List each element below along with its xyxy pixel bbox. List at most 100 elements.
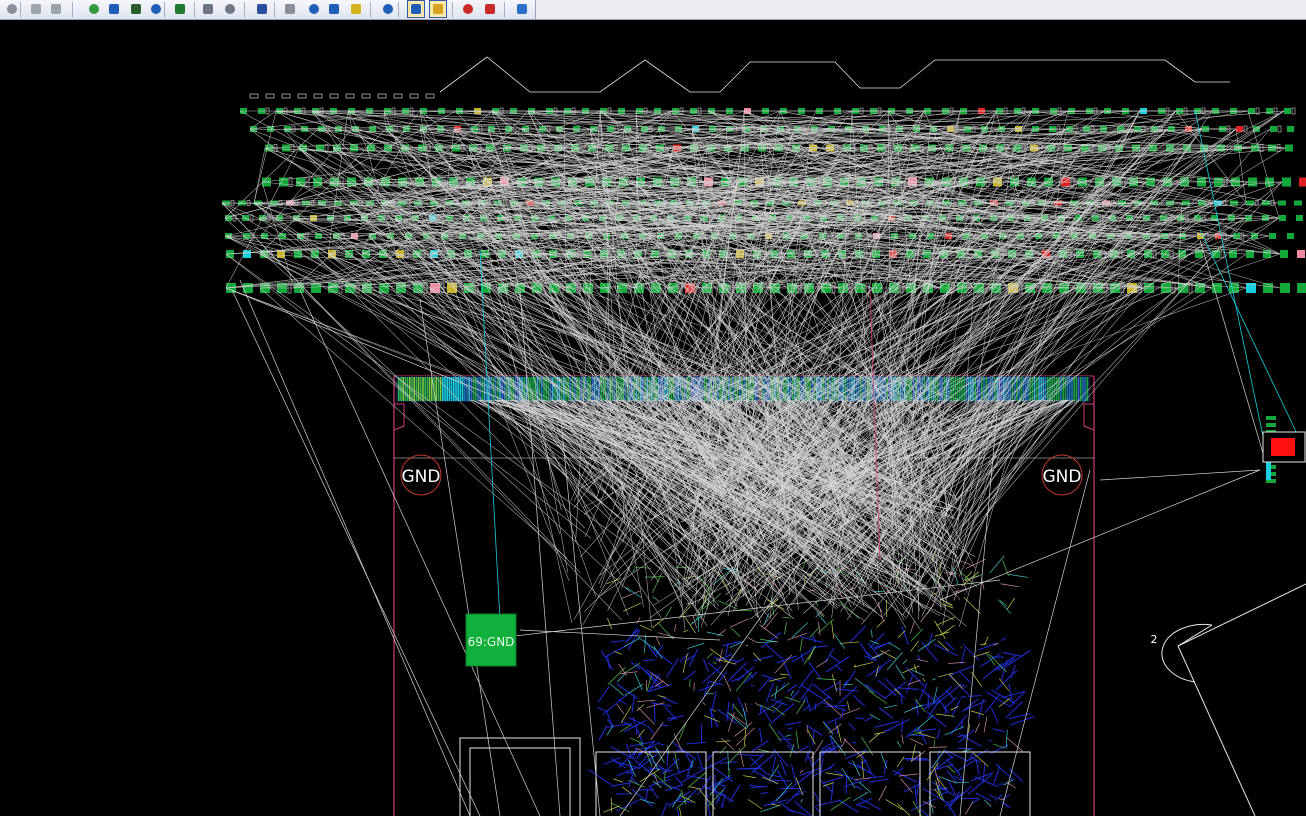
connector-pin [413,377,415,401]
ratsnest-line [519,629,721,641]
trace [847,701,850,711]
connector-pin [1073,377,1075,401]
connector-pin [591,377,594,401]
connector-pin [1084,377,1086,401]
trace [944,726,965,736]
pad-outline [329,93,339,99]
trace [812,730,815,746]
trace [644,634,647,653]
connector-pin [435,377,437,401]
trace [982,653,986,656]
trace [833,770,859,782]
trace [761,674,782,682]
trace [816,659,829,668]
trace [839,641,860,644]
pad-outline [297,93,307,99]
trace [621,786,633,795]
trace [786,632,807,641]
trace [719,784,726,787]
trace [774,654,793,674]
trace [906,726,918,739]
trace [790,764,797,784]
trace [845,776,848,795]
trace [620,706,632,724]
trace [784,622,787,635]
trace [936,728,941,739]
trace [885,799,904,811]
connector-pin [464,377,466,401]
trace [799,638,803,652]
trace [716,740,730,743]
trace [817,621,821,636]
trace [927,633,933,648]
trace [959,560,973,566]
trace [1002,652,1021,657]
trace [945,641,955,650]
trace [628,779,645,788]
selected-part-red-pad[interactable] [1271,438,1295,456]
trace [734,722,753,737]
trace [901,734,904,744]
trace [931,749,945,769]
ratsnest-line [225,147,300,289]
connector-pin [466,377,468,401]
trace [947,804,957,816]
connector-pin [404,377,407,401]
trace [877,601,884,622]
pad-outline [281,93,291,99]
trace [659,743,665,746]
trace [989,794,996,799]
trace [702,665,722,683]
trace [896,740,902,748]
trace [982,762,986,783]
connector-pin [450,377,453,401]
trace [877,679,897,696]
pad [1266,423,1276,427]
trace [962,644,980,661]
ratsnest-line [519,289,561,816]
pad [1280,250,1288,258]
pcb-canvas[interactable]: GND GND 69:GND 2 [0,20,1306,816]
connector-pin [1075,377,1078,401]
trace [760,632,782,649]
pad [1278,200,1286,206]
pad [1299,177,1306,187]
trace [673,733,684,753]
pad-outline [1291,107,1296,115]
yellow-routing-layer [603,550,1028,816]
trace [648,767,664,770]
trace [760,791,769,795]
pad-outline [409,93,419,99]
pad [1269,233,1276,239]
trace [853,791,869,802]
connector-pin [439,377,442,401]
trace [1001,691,1025,699]
pad [1229,283,1239,293]
pad-outline [313,93,323,99]
trace [1008,713,1031,720]
trace [782,659,792,679]
trace [843,779,868,788]
connector-pin [422,377,424,401]
trace [883,704,898,709]
pad-outline [393,93,403,99]
trace [878,785,887,801]
trace [588,769,612,786]
trace [708,680,724,686]
trace [1000,583,1020,588]
trace [983,716,988,733]
trace [892,770,917,783]
trace [800,799,803,803]
trace [597,686,610,703]
trace [943,696,958,710]
pad [1202,126,1209,132]
trace [916,658,929,663]
trace [948,791,960,810]
pad [1287,233,1294,239]
trace [964,801,974,815]
trace [614,651,622,655]
trace [838,738,847,752]
ratsnest-line [1099,469,1261,481]
trace [858,781,872,793]
pad [1266,462,1271,480]
